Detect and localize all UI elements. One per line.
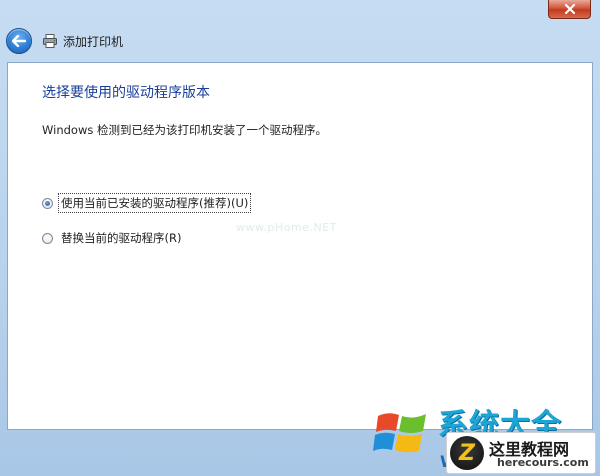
- windows-flag-logo: [373, 413, 426, 453]
- site-domain: herecours.com: [497, 456, 589, 469]
- back-arrow-icon: [12, 35, 26, 47]
- option-replace-driver[interactable]: 替换当前的驱动程序(R): [42, 229, 183, 247]
- wizard-content-panel: 选择要使用的驱动程序版本 Windows 检测到已经为该打印机安装了一个驱动程序…: [7, 62, 593, 430]
- wizard-header: 添加打印机: [6, 26, 123, 56]
- page-description: Windows 检测到已经为该打印机安装了一个驱动程序。: [42, 123, 327, 137]
- back-button[interactable]: [6, 28, 32, 54]
- close-icon: [564, 4, 575, 14]
- radio-selected-dot: [45, 200, 50, 206]
- z-logo-letter: Z: [459, 440, 475, 466]
- printer-icon: [42, 33, 58, 49]
- radio-button-use-current[interactable]: [42, 197, 53, 209]
- window-title: 添加打印机: [63, 34, 124, 49]
- site-badge: Z 这里教程网 herecours.com: [446, 432, 596, 474]
- option-label-replace[interactable]: 替换当前的驱动程序(R): [59, 229, 183, 247]
- watermark-text: www.pHome.NET: [236, 221, 337, 234]
- page-heading: 选择要使用的驱动程序版本: [42, 85, 210, 101]
- option-use-current-driver[interactable]: 使用当前已安装的驱动程序(推荐)(U): [42, 193, 252, 213]
- wizard-window: 添加打印机 选择要使用的驱动程序版本 Windows 检测到已经为该打印机安装了…: [0, 0, 600, 476]
- option-label-use-current[interactable]: 使用当前已安装的驱动程序(推荐)(U): [57, 193, 252, 213]
- close-button[interactable]: [548, 0, 591, 19]
- z-logo-icon: Z: [450, 436, 484, 470]
- radio-button-replace[interactable]: [42, 232, 53, 244]
